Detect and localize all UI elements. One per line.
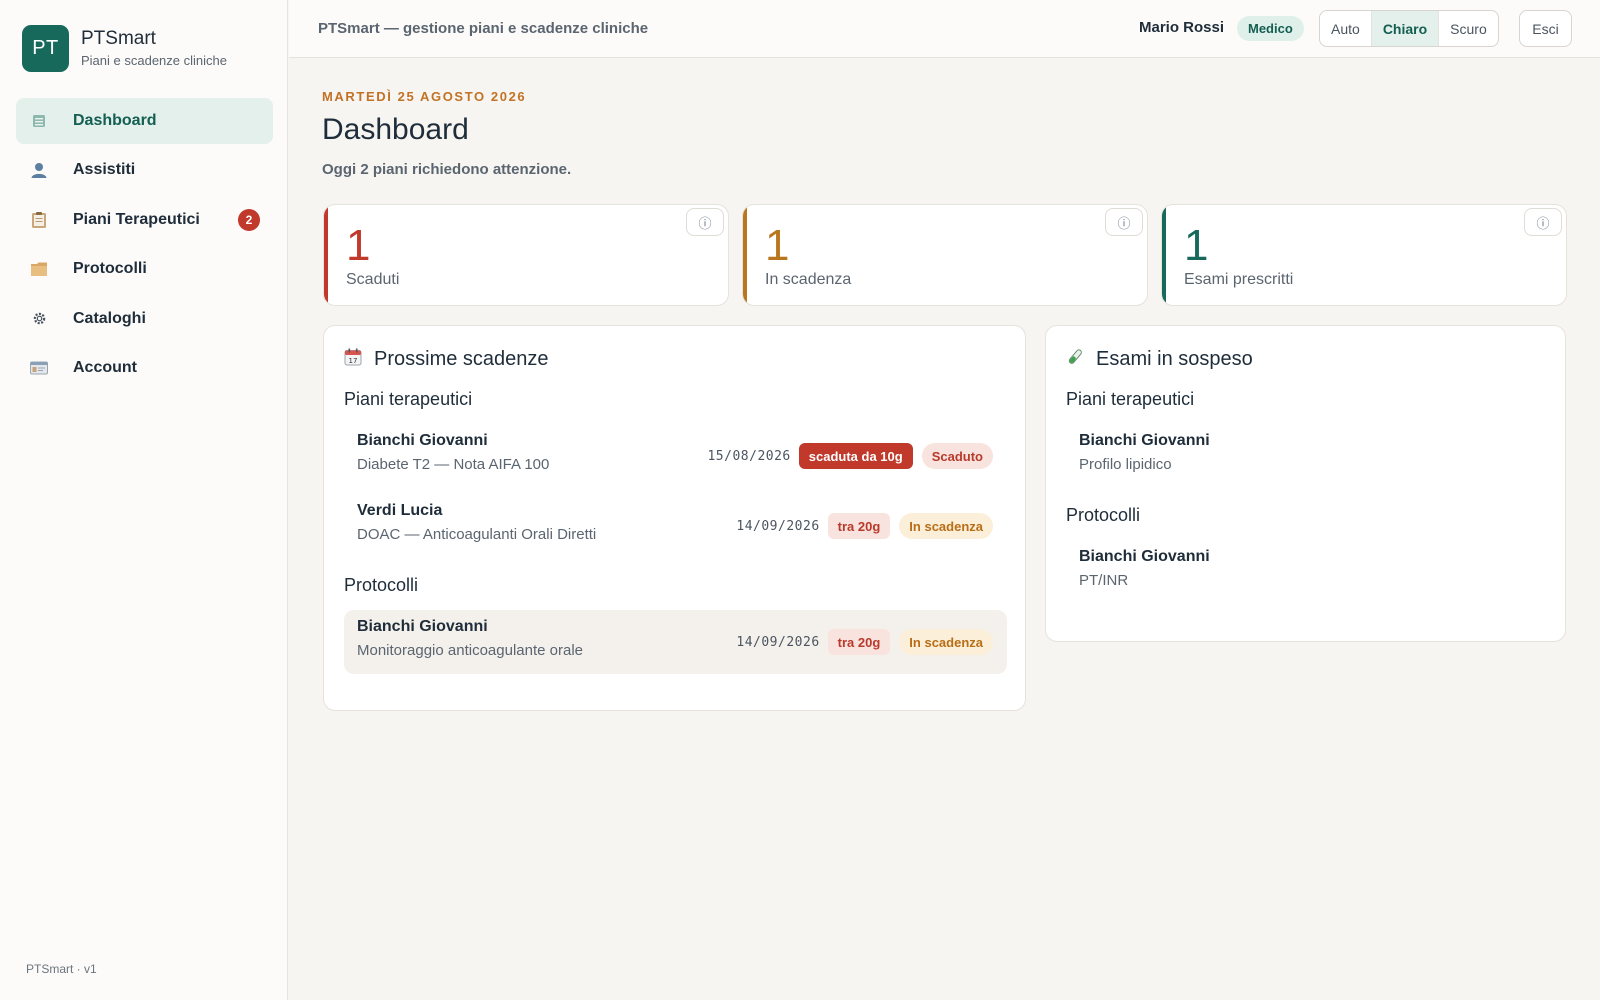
sidebar: PT PTSmart Piani e scadenze cliniche Das… bbox=[0, 0, 288, 1000]
sidebar-item-label: Cataloghi bbox=[73, 309, 146, 327]
sidebar-item-cataloghi[interactable]: Cataloghi bbox=[16, 296, 273, 342]
sidebar-item-label: Assistiti bbox=[73, 161, 136, 179]
protocol-description: Monitoraggio anticoagulante orale bbox=[357, 642, 583, 659]
stat-card-scaduti[interactable]: 1 Scaduti ⓘ bbox=[323, 204, 729, 306]
theme-dark-button[interactable]: Scuro bbox=[1439, 11, 1498, 46]
section-heading-plans: Piani terapeutici bbox=[1066, 389, 1195, 409]
patient-name: Bianchi Giovanni bbox=[1079, 548, 1210, 565]
status-badge: In scadenza bbox=[899, 629, 993, 655]
svg-text:17: 17 bbox=[349, 357, 358, 365]
sidebar-item-label: Piani Terapeutici bbox=[73, 210, 200, 228]
stat-card-esami-prescritti[interactable]: 1 Esami prescritti ⓘ bbox=[1161, 204, 1567, 306]
topbar: PTSmart — gestione piani e scadenze clin… bbox=[289, 0, 1600, 58]
stat-accent-bar bbox=[1162, 205, 1166, 305]
stat-value: 1 bbox=[765, 221, 790, 270]
due-date: 15/08/2026 bbox=[707, 448, 791, 464]
delta-badge: tra 20g bbox=[827, 629, 891, 655]
logout-button[interactable]: Esci bbox=[1519, 10, 1572, 47]
dashboard-icon bbox=[28, 110, 50, 132]
sidebar-nav: Dashboard Assistiti Piani Terapeutici 2 … bbox=[16, 98, 273, 394]
pending-exam-row[interactable]: Bianchi Giovanni Profilo lipidico bbox=[1066, 424, 1547, 488]
brand[interactable]: PT PTSmart Piani e scadenze cliniche bbox=[22, 25, 227, 72]
user-name: Mario Rossi bbox=[1139, 19, 1225, 36]
gear-icon bbox=[28, 308, 50, 330]
stat-card-in-scadenza[interactable]: 1 In scadenza ⓘ bbox=[742, 204, 1148, 306]
stat-value: 1 bbox=[346, 221, 371, 270]
sidebar-item-label: Protocolli bbox=[73, 260, 147, 278]
exam-description: Profilo lipidico bbox=[1079, 456, 1172, 473]
deadline-row[interactable]: Bianchi Giovanni Monitoraggio anticoagul… bbox=[344, 610, 1007, 674]
section-heading-protocols: Protocolli bbox=[1066, 505, 1141, 525]
deadlines-title: Prossime scadenze bbox=[374, 348, 549, 370]
pending-exam-row[interactable]: Bianchi Giovanni PT/INR bbox=[1066, 540, 1547, 604]
card-title: 17 Prossime scadenze bbox=[344, 348, 549, 371]
deadlines-card: 17 Prossime scadenze Piani terapeutici B… bbox=[323, 325, 1026, 711]
calendar-icon: 17 bbox=[344, 348, 362, 371]
status-badge: In scadenza bbox=[899, 513, 993, 539]
delta-badge: scaduta da 10g bbox=[798, 443, 913, 469]
app-logo: PT bbox=[22, 25, 69, 72]
stat-accent-bar bbox=[743, 205, 747, 305]
patient-name: Bianchi Giovanni bbox=[357, 432, 488, 449]
theme-light-button[interactable]: Chiaro bbox=[1371, 11, 1440, 46]
page-title: Dashboard bbox=[322, 113, 469, 146]
info-icon[interactable]: ⓘ bbox=[686, 208, 724, 236]
sidebar-item-account[interactable]: Account bbox=[16, 345, 273, 391]
stat-label: Esami prescritti bbox=[1184, 271, 1294, 288]
pending-title: Esami in sospeso bbox=[1096, 348, 1253, 370]
section-heading-plans: Piani terapeutici bbox=[344, 389, 473, 409]
current-date: MARTEDÌ 25 AGOSTO 2026 bbox=[322, 89, 527, 104]
sidebar-item-assistiti[interactable]: Assistiti bbox=[16, 147, 273, 193]
plan-description: Diabete T2 — Nota AIFA 100 bbox=[357, 456, 550, 473]
due-date: 14/09/2026 bbox=[736, 518, 820, 534]
sidebar-item-label: Dashboard bbox=[73, 112, 157, 129]
due-date: 14/09/2026 bbox=[736, 634, 820, 650]
patient-name: Bianchi Giovanni bbox=[1079, 432, 1210, 449]
section-heading-protocols: Protocolli bbox=[344, 575, 419, 595]
brand-subtitle: Piani e scadenze cliniche bbox=[81, 53, 227, 68]
theme-switcher: Auto Chiaro Scuro bbox=[1319, 10, 1499, 47]
info-icon[interactable]: ⓘ bbox=[1105, 208, 1143, 236]
sidebar-item-piani-terapeutici[interactable]: Piani Terapeutici 2 bbox=[16, 197, 273, 243]
test-tube-icon bbox=[1066, 348, 1084, 371]
patient-name: Bianchi Giovanni bbox=[357, 618, 488, 635]
role-badge: Medico bbox=[1237, 16, 1304, 41]
user-icon bbox=[28, 159, 50, 181]
id-card-icon bbox=[28, 357, 50, 379]
sidebar-item-dashboard[interactable]: Dashboard bbox=[16, 98, 273, 144]
stat-value: 1 bbox=[1184, 221, 1209, 270]
delta-badge: tra 20g bbox=[827, 513, 891, 539]
info-icon[interactable]: ⓘ bbox=[1524, 208, 1562, 236]
sidebar-item-label: Account bbox=[73, 358, 137, 376]
patient-name: Verdi Lucia bbox=[357, 502, 443, 519]
stat-label: In scadenza bbox=[765, 271, 852, 288]
sidebar-item-protocolli[interactable]: Protocolli bbox=[16, 246, 273, 292]
exam-description: PT/INR bbox=[1079, 572, 1129, 589]
app-title: PTSmart — gestione piani e scadenze clin… bbox=[318, 20, 649, 37]
notification-badge: 2 bbox=[238, 208, 260, 231]
plan-description: DOAC — Anticoagulanti Orali Diretti bbox=[357, 526, 597, 543]
version-footer: PTSmart · v1 bbox=[26, 962, 97, 976]
page-subtitle: Oggi 2 piani richiedono attenzione. bbox=[322, 161, 572, 178]
folder-icon bbox=[28, 258, 50, 280]
pending-exams-card: Esami in sospeso Piani terapeutici Bianc… bbox=[1045, 325, 1566, 642]
clipboard-icon bbox=[28, 209, 50, 231]
card-title: Esami in sospeso bbox=[1066, 348, 1253, 371]
brand-name: PTSmart bbox=[81, 28, 156, 49]
deadline-row[interactable]: Bianchi Giovanni Diabete T2 — Nota AIFA … bbox=[344, 424, 1007, 488]
status-badge: Scaduto bbox=[921, 443, 993, 469]
deadline-row[interactable]: Verdi Lucia DOAC — Anticoagulanti Orali … bbox=[344, 494, 1007, 558]
stat-accent-bar bbox=[324, 205, 328, 305]
stat-label: Scaduti bbox=[346, 271, 400, 288]
theme-auto-button[interactable]: Auto bbox=[1320, 11, 1372, 46]
